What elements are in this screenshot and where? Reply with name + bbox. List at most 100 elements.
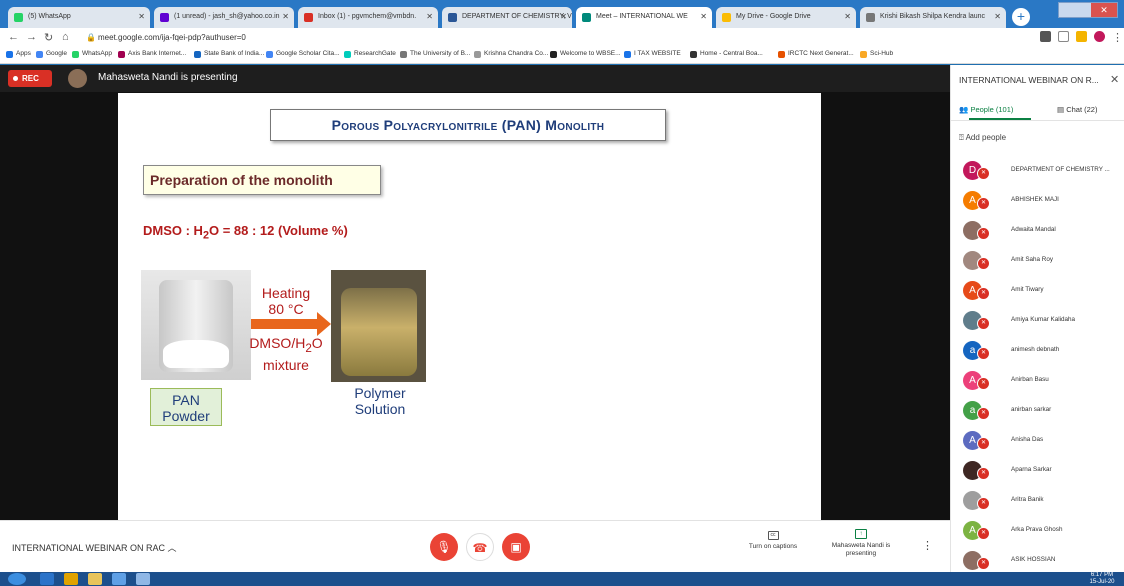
profile-avatar[interactable] [1094,31,1105,42]
browser-tab-active[interactable]: Meet – INTERNATIONAL WE ✕ [576,7,712,28]
bookmark-item[interactable]: Apps [6,50,31,58]
start-button[interactable] [8,573,26,585]
close-tab-icon[interactable]: ✕ [700,12,707,21]
participant-name: ASIK HOSSIAN [1011,556,1056,563]
bookmark-item[interactable]: Home - Central Boa... [690,50,763,58]
bookmark-label: Google Scholar Cita... [276,50,340,57]
participant-row[interactable]: D ✕ DEPARTMENT OF CHEMISTRY ... [951,158,1124,188]
clock-time: 6:17 PM [1090,572,1114,578]
browser-tab[interactable]: (1 unread) - jash_sh@yahoo.co.in ✕ [154,7,294,28]
address-bar[interactable]: 🔒 meet.google.com/ija-fqei-pdp?authuser=0 [84,30,1004,45]
window-close-icon[interactable]: ✕ [1091,3,1117,17]
bookmark-item[interactable]: ResearchGate [344,50,396,58]
close-tab-icon[interactable]: ✕ [994,12,1001,21]
browser-tab[interactable]: (5) WhatsApp ✕ [8,7,150,28]
close-tab-icon[interactable]: ✕ [282,12,289,21]
forward-icon[interactable]: → [26,31,37,43]
participant-row[interactable]: A ✕ Anisha Das [951,428,1124,458]
system-clock[interactable]: 6:17 PM 15-Jul-20 [1082,572,1122,586]
close-icon[interactable]: ✕ [1110,73,1119,86]
bookmark-item[interactable]: Welcome to WBSE... [550,50,621,58]
bookmarks-bar: Apps Google WhatsApp Axis Bank Internet.… [0,47,1124,64]
bookmark-item[interactable]: Google Scholar Cita... [266,50,340,58]
presenter-status: Mahasweta Nandi is presenting [98,72,238,83]
meeting-title[interactable]: INTERNATIONAL WEBINAR ON RAC ︿ [12,541,177,554]
star-icon[interactable] [1058,31,1069,42]
participant-row[interactable]: A ✕ Amit Tiwary [951,278,1124,308]
captions-label: Turn on captions [748,543,798,550]
document-icon[interactable] [136,573,150,585]
camera-icon[interactable] [1040,31,1051,42]
new-tab-button[interactable]: + [1012,8,1030,26]
screen: (5) WhatsApp ✕ (1 unread) - jash_sh@yahoo… [0,0,1124,586]
chrome-icon[interactable] [64,573,78,585]
window-app-icon[interactable] [112,573,126,585]
chevron-up-icon: ︿ [167,543,177,553]
people-icon: 👥 [959,105,969,114]
mic-muted-icon: ✕ [977,497,990,510]
bookmark-label: Google [46,50,67,57]
close-tab-icon[interactable]: ✕ [426,12,433,21]
mic-muted-icon: ✕ [977,347,990,360]
participant-row[interactable]: a ✕ anirban sarkar [951,398,1124,428]
browser-tab[interactable]: DEPARTMENT OF CHEMISTRY, V ✕ [442,7,572,28]
home-icon[interactable]: ⌂ [62,31,69,43]
browser-tab[interactable]: Inbox (1) - pgvmchem@vmbdn. ✕ [298,7,438,28]
captions-button[interactable]: cc Turn on captions [738,531,808,550]
whatsapp-icon [14,13,23,22]
mixture-text: O [311,335,323,351]
menu-icon[interactable]: ⋮ [1112,31,1123,44]
taskbar-app-icon[interactable] [40,573,54,585]
mic-muted-icon: ✕ [977,467,990,480]
participant-row[interactable]: ✕ Adwaita Mandal [951,218,1124,248]
camera-off-button[interactable]: ▣ [502,533,530,561]
close-tab-icon[interactable]: ✕ [560,12,567,21]
bookmark-item[interactable]: Google [36,50,67,58]
present-button[interactable]: ↑ Mahasweta Nandi is presenting [826,529,896,558]
mic-off-icon: 🎙 [436,540,452,554]
mic-muted-icon: ✕ [977,377,990,390]
participant-row[interactable]: a ✕ animesh debnath [951,338,1124,368]
bookmark-label: Axis Bank Internet... [128,50,187,57]
browser-toolbar: ← → ↻ ⌂ 🔒 meet.google.com/ija-fqei-pdp?au… [0,28,1124,47]
meeting-controls-bar: INTERNATIONAL WEBINAR ON RAC ︿ 🎙 ☎ ▣ cc T… [0,520,950,572]
participant-row[interactable]: ✕ Aparna Sarkar [951,458,1124,488]
participant-row[interactable]: ✕ Aritra Banik [951,488,1124,518]
reload-icon[interactable]: ↻ [44,31,53,44]
bookmark-item[interactable]: WhatsApp [72,50,112,58]
bookmark-item[interactable]: IRCTC Next Generat... [778,50,854,58]
clock-date: 15-Jul-20 [1089,579,1115,585]
bank-icon [118,51,125,58]
present-label: Mahasweta Nandi is presenting [831,542,891,557]
bookmark-item[interactable]: State Bank of India... [194,50,264,58]
participant-row[interactable]: A ✕ ABHISHEK MAJI [951,188,1124,218]
mail-icon [160,13,169,22]
hang-up-icon: ☎ [472,541,488,555]
bookmark-item[interactable]: The University of B... [400,50,470,58]
extension-icon[interactable] [1076,31,1087,42]
back-icon[interactable]: ← [8,31,19,43]
participant-row[interactable]: A ✕ Arka Prava Ghosh [951,518,1124,548]
leave-call-button[interactable]: ☎ [466,533,494,561]
participant-row[interactable]: ✕ Amit Saha Roy [951,248,1124,278]
folder-icon[interactable] [88,573,102,585]
participant-row[interactable]: ✕ ASIK HOSSIAN [951,548,1124,572]
browser-tab[interactable]: My Drive - Google Drive ✕ [716,7,856,28]
bookmark-item[interactable]: Sci-Hub [860,50,893,58]
add-people-button[interactable]: ⍰ Add people [959,133,1006,143]
bookmark-item[interactable]: Krishna Chandra Co... [474,50,548,58]
bookmark-item[interactable]: Axis Bank Internet... [118,50,187,58]
close-tab-icon[interactable]: ✕ [138,12,145,21]
close-tab-icon[interactable]: ✕ [844,12,851,21]
mic-off-button[interactable]: 🎙 [430,533,458,561]
panel-title: INTERNATIONAL WEBINAR ON R... [959,75,1099,85]
tab-people[interactable]: 👥 People (101) [959,105,1013,114]
more-options-icon[interactable]: ⋮ [922,539,933,552]
address-text: meet.google.com/ija-fqei-pdp?authuser=0 [98,33,246,42]
people-panel: INTERNATIONAL WEBINAR ON R... ✕ 👥 People… [950,65,1124,572]
bookmark-item[interactable]: I TAX WEBSITE [624,50,681,58]
participant-row[interactable]: ✕ Amiya Kumar Kalidaha [951,308,1124,338]
browser-tab[interactable]: Krishi Bikash Shilpa Kendra launc ✕ [860,7,1006,28]
tab-chat[interactable]: ▤ Chat (22) [1057,105,1097,114]
participant-row[interactable]: A ✕ Anirban Basu [951,368,1124,398]
